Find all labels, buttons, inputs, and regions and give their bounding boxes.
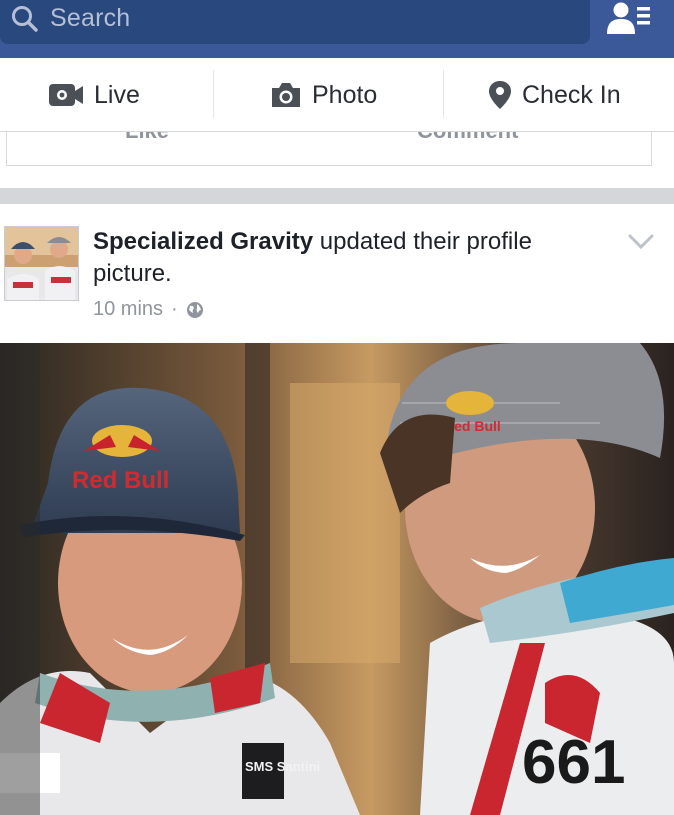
video-camera-icon xyxy=(49,84,83,106)
post-timestamp[interactable]: 10 mins xyxy=(93,298,163,321)
friend-requests-icon[interactable] xyxy=(604,0,654,38)
jersey-brand-text: SMS Santini xyxy=(245,759,320,774)
top-navigation-bar: Search xyxy=(0,0,674,58)
author-name[interactable]: Specialized Gravity xyxy=(93,228,313,255)
like-button[interactable]: Like xyxy=(125,132,169,144)
post-headline: Specialized Gravity updated their profil… xyxy=(93,226,613,290)
photo-button[interactable]: Photo xyxy=(270,58,377,132)
profile-photo-image: Red Bull SMS Santini Red Bull 661 xyxy=(0,343,674,815)
author-avatar[interactable] xyxy=(4,226,79,301)
post-meta: 10 mins · xyxy=(93,298,204,321)
check-in-button[interactable]: Check In xyxy=(488,58,621,132)
comment-button[interactable]: Comment xyxy=(417,132,518,144)
composer-actions: Live Photo Check In xyxy=(0,58,674,132)
avatar-image xyxy=(5,227,78,300)
live-label: Live xyxy=(94,80,140,109)
globe-icon xyxy=(186,301,203,318)
chevron-down-icon[interactable] xyxy=(628,234,654,250)
search-icon xyxy=(12,6,38,32)
camera-icon xyxy=(272,83,300,107)
meta-separator: · xyxy=(171,298,178,320)
location-pin-icon xyxy=(489,81,511,109)
previous-post-footer: Like Comment xyxy=(6,132,652,166)
cap-logo-text: Red Bull xyxy=(72,467,169,494)
photo-label: Photo xyxy=(312,80,378,109)
live-button[interactable]: Live xyxy=(48,58,140,132)
divider xyxy=(213,70,214,118)
divider xyxy=(443,70,444,118)
search-placeholder: Search xyxy=(50,4,131,32)
feed-post: Specialized Gravity updated their profil… xyxy=(0,204,674,815)
jersey-number-text: 661 xyxy=(522,728,625,797)
check-in-label: Check In xyxy=(522,80,621,109)
search-bar[interactable]: Search xyxy=(0,0,590,44)
post-photo[interactable]: Red Bull SMS Santini Red Bull 661 xyxy=(0,343,674,815)
feed-separator xyxy=(0,188,674,204)
